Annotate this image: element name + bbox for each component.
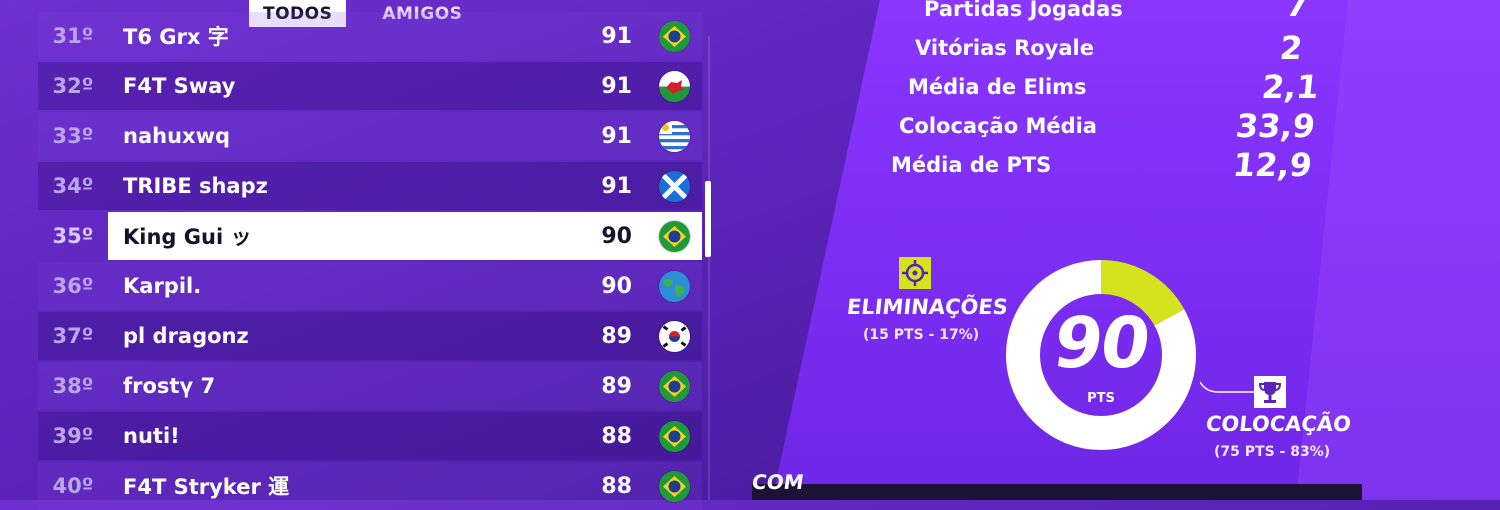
leaderboard-row[interactable]: 37º pl dragonz 89 <box>38 312 702 360</box>
row-score: 91 <box>601 173 632 199</box>
placement-connector-line <box>1200 381 1260 394</box>
row-content: T6 Grx 字 91 <box>108 12 702 60</box>
trophy-icon <box>1254 376 1286 408</box>
row-content: frostү 7 89 <box>108 362 702 410</box>
brazil-flag-icon <box>659 470 690 502</box>
leaderboard-row[interactable]: 38º frostү 7 89 <box>38 362 702 410</box>
brazil-flag-icon <box>659 370 690 402</box>
row-rank: 36º <box>52 274 94 298</box>
uruguay-flag-icon <box>659 120 690 152</box>
stat-value-partidas: 7 <box>1284 0 1311 24</box>
row-player-name: pl dragonz <box>123 324 249 348</box>
total-points-unit: PTS <box>1087 391 1115 406</box>
row-score: 91 <box>601 23 632 49</box>
row-rank: 39º <box>52 424 94 448</box>
leaderboard-row[interactable]: 36º Karpil. 90 <box>38 262 702 310</box>
row-score: 91 <box>601 73 632 99</box>
row-rank: 40º <box>52 474 94 498</box>
row-rank: 32º <box>52 74 94 98</box>
brazil-flag-icon <box>659 220 690 252</box>
row-content: F4T Sway 91 <box>108 62 702 110</box>
placement-detail: (75 PTS - 83%) <box>1214 444 1331 460</box>
leaderboard-row[interactable]: 34º TRIBE shapz 91 <box>38 162 702 210</box>
row-content: TRIBE shapz 91 <box>108 162 702 210</box>
row-player-name: TRIBE shapz <box>123 174 268 198</box>
row-content: nahuxwq 91 <box>108 112 702 160</box>
placement-title: COLOCAÇÃO <box>1204 412 1353 436</box>
leaderboard-row[interactable]: 40º F4T Stryker 運 88 <box>38 462 702 510</box>
row-player-name: frostү 7 <box>123 374 216 398</box>
stat-label-vitorias: Vitórias Royale <box>915 36 1094 60</box>
leaderboard-scrollbar-track[interactable] <box>708 36 710 500</box>
row-player-name: T6 Grx 字 <box>123 25 229 49</box>
stat-label-colocacao: Colocação Média <box>899 114 1097 138</box>
total-points: 90 <box>1048 302 1154 384</box>
stat-label-pts: Média de PTS <box>891 153 1052 177</box>
crosshair-icon <box>899 257 931 289</box>
row-score: 90 <box>601 223 632 249</box>
row-player-name: nahuxwq <box>123 124 230 148</box>
leaderboard-row[interactable]: 33º nahuxwq 91 <box>38 112 702 160</box>
brazil-flag-icon <box>659 420 690 452</box>
leaderboard-row[interactable]: 39º nuti! 88 <box>38 412 702 460</box>
wales-flag-icon <box>659 70 690 102</box>
row-content: Karpil. 90 <box>108 262 702 310</box>
row-score: 88 <box>601 473 632 499</box>
stat-label-partidas: Partidas Jogadas <box>924 0 1123 21</box>
stat-value-colocacao: 33,9 <box>1234 107 1317 145</box>
row-score: 88 <box>601 423 632 449</box>
south-korea-flag-icon <box>659 320 690 352</box>
row-content: nuti! 88 <box>108 412 702 460</box>
globe-icon <box>659 270 690 302</box>
points-donut: 90 PTS <box>1004 258 1198 452</box>
footer-badge: COM <box>750 470 806 494</box>
stat-value-vitorias: 2 <box>1278 29 1305 67</box>
row-score: 91 <box>601 123 632 149</box>
leaderboard-row[interactable]: 32º F4T Sway 91 <box>38 62 702 110</box>
eliminations-detail: (15 PTS - 17%) <box>863 327 980 343</box>
row-player-name: nuti! <box>123 424 180 448</box>
donut-center: 90 PTS <box>1004 258 1198 452</box>
row-score: 89 <box>601 323 632 349</box>
row-player-name: King Gui ッ <box>123 225 252 249</box>
row-score: 90 <box>601 273 632 299</box>
row-rank: 35º <box>52 224 94 248</box>
row-rank: 38º <box>52 374 94 398</box>
row-content: F4T Stryker 運 88 <box>108 462 702 510</box>
scotland-flag-icon <box>659 170 690 202</box>
brazil-flag-icon <box>659 20 690 52</box>
row-score: 89 <box>601 373 632 399</box>
row-rank: 33º <box>52 124 94 148</box>
row-rank: 34º <box>52 174 94 198</box>
stat-value-pts: 12,9 <box>1231 146 1314 184</box>
row-player-name: F4T Stryker 運 <box>123 475 290 499</box>
row-content: pl dragonz 89 <box>108 312 702 360</box>
stat-value-elims: 2,1 <box>1260 68 1321 106</box>
row-rank: 37º <box>52 324 94 348</box>
eliminations-title: ELIMINAÇÕES <box>845 295 1010 319</box>
row-player-name: Karpil. <box>123 274 202 298</box>
leaderboard-scrollbar-thumb[interactable] <box>705 181 711 257</box>
leaderboard-row[interactable]: 31º T6 Grx 字 91 <box>38 12 702 60</box>
row-content: King Gui ッ 90 <box>108 212 702 260</box>
leaderboard-row-current-player[interactable]: 35º King Gui ッ 90 <box>38 212 702 260</box>
row-player-name: F4T Sway <box>123 74 236 98</box>
row-rank: 31º <box>52 24 94 48</box>
stat-label-elims: Média de Elims <box>908 75 1087 99</box>
